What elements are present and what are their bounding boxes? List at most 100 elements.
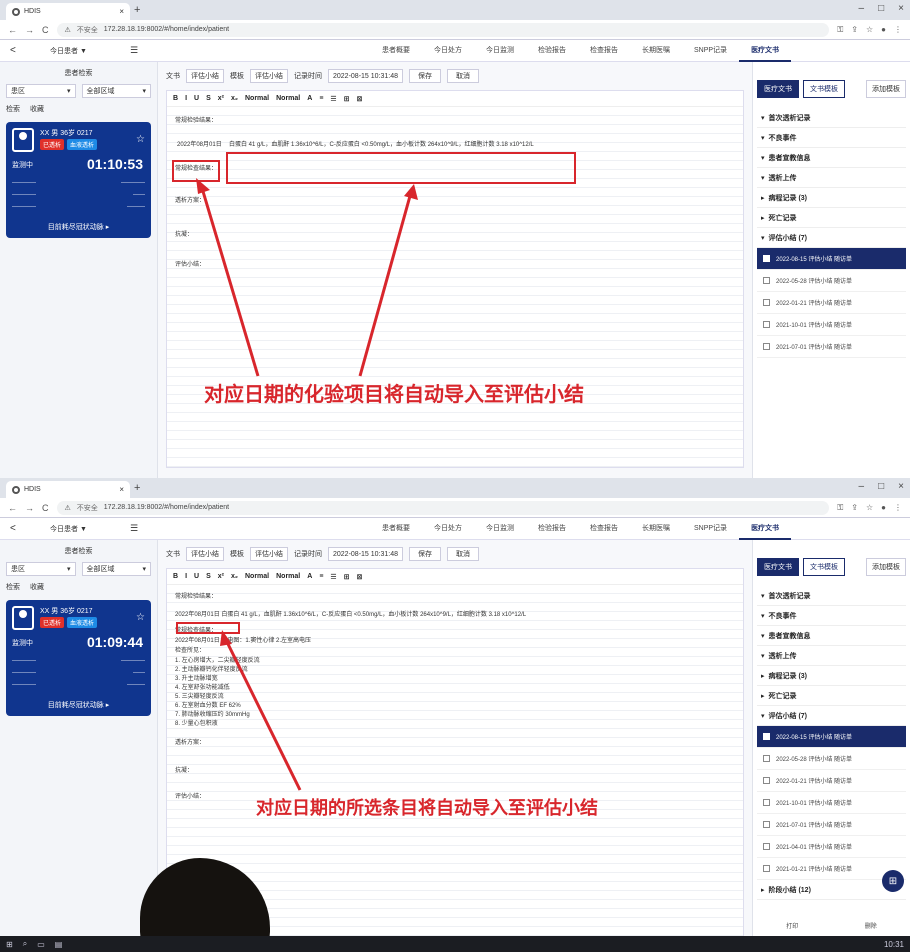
- section-progress[interactable]: ▸ 病程记录 (3): [757, 188, 906, 208]
- tab-prescription[interactable]: 今日处方: [422, 518, 474, 540]
- menu-icon[interactable]: ☰: [130, 45, 150, 56]
- tab-search[interactable]: 检索: [6, 104, 20, 114]
- profile-icon[interactable]: ●: [881, 503, 886, 513]
- summary-item[interactable]: 2021-10-01 评估小结 随访单: [757, 314, 906, 336]
- favorite-star-icon[interactable]: ☆: [136, 134, 145, 145]
- type-select[interactable]: 评估小结: [186, 69, 224, 83]
- new-tab-button[interactable]: +: [134, 4, 140, 16]
- checkbox[interactable]: [763, 843, 770, 850]
- tab-snpp[interactable]: SNPP记录: [682, 518, 739, 540]
- section-first-dialysis[interactable]: ▾ 首次透析记录: [757, 586, 906, 606]
- minimize-icon[interactable]: –: [859, 481, 865, 492]
- checkbox[interactable]: [763, 777, 770, 784]
- checkbox[interactable]: [763, 733, 770, 740]
- profile-icon[interactable]: ●: [881, 25, 886, 35]
- grid-menu-icon[interactable]: ⊞: [882, 870, 904, 892]
- text-color-icon[interactable]: A: [307, 573, 312, 580]
- more-icon[interactable]: ⋮: [894, 25, 902, 35]
- clear-format-icon[interactable]: ⊠: [357, 95, 363, 103]
- reload-icon[interactable]: C: [42, 503, 49, 513]
- tab-documents[interactable]: 医疗文书: [739, 40, 792, 62]
- section-upload[interactable]: ▾ 透析上传: [757, 646, 906, 666]
- tab-prescription[interactable]: 今日处方: [422, 40, 474, 62]
- patient-card[interactable]: XX 男 36岁 0217 已透析 血液透析 ☆ 监测中 01:09:44 ——…: [6, 600, 151, 716]
- tab-exam[interactable]: 检查报告: [578, 518, 630, 540]
- align-icon[interactable]: ≡: [319, 95, 323, 102]
- section-adverse-events[interactable]: ▾ 不良事件: [757, 128, 906, 148]
- tab-favorites[interactable]: 收藏: [30, 104, 44, 114]
- subscript-icon[interactable]: x₂: [231, 95, 238, 102]
- tab-monitor[interactable]: 今日监测: [474, 518, 526, 540]
- tab-monitor[interactable]: 今日监测: [474, 40, 526, 62]
- summary-item[interactable]: 2022-05-28 评估小结 随访单: [757, 748, 906, 770]
- checkbox[interactable]: [763, 821, 770, 828]
- section-education[interactable]: ▾ 患者宣教信息: [757, 626, 906, 646]
- more-icon[interactable]: ⋮: [894, 503, 902, 513]
- italic-icon[interactable]: I: [185, 95, 187, 102]
- underline-icon[interactable]: U: [194, 573, 199, 580]
- template-select[interactable]: 评估小结: [250, 69, 288, 83]
- underline-icon[interactable]: U: [194, 95, 199, 102]
- section-progress[interactable]: ▸ 病程记录 (3): [757, 666, 906, 686]
- bold-icon[interactable]: B: [173, 95, 178, 102]
- font-size-select[interactable]: Normal: [245, 95, 269, 102]
- checkbox[interactable]: [763, 277, 770, 284]
- save-button[interactable]: 保存: [409, 547, 441, 561]
- back-icon[interactable]: ←: [8, 503, 17, 513]
- patient-card-footer[interactable]: 目前耗尽冠状动脉 ▸: [6, 700, 151, 710]
- align-icon[interactable]: ≡: [319, 573, 323, 580]
- cancel-button[interactable]: 取消: [447, 547, 479, 561]
- section-summary[interactable]: ▾ 评估小结 (7): [757, 228, 906, 248]
- tab-orders[interactable]: 长期医嘱: [630, 518, 682, 540]
- new-tab-button[interactable]: +: [134, 482, 140, 494]
- shift-select[interactable]: 今日患者 ▼: [50, 46, 130, 56]
- section-first-dialysis[interactable]: ▾ 首次透析记录: [757, 108, 906, 128]
- taskview-icon[interactable]: ▭: [37, 940, 45, 949]
- summary-item[interactable]: 2021-07-01 评估小结 随访单: [757, 336, 906, 358]
- subscript-icon[interactable]: x₂: [231, 573, 238, 580]
- patient-card-footer[interactable]: 目前耗尽冠状动脉 ▸: [6, 222, 151, 232]
- summary-item[interactable]: 2022-05-28 评估小结 随访单: [757, 270, 906, 292]
- tab-exam[interactable]: 检查报告: [578, 40, 630, 62]
- back-icon[interactable]: ←: [8, 25, 17, 35]
- add-template-button[interactable]: 添加模板: [866, 80, 906, 98]
- star-icon[interactable]: ☆: [866, 25, 873, 35]
- patient-card[interactable]: XX 男 36岁 0217 已透析 血液透析 ☆ 监测中 01:10:53 ——…: [6, 122, 151, 238]
- summary-item[interactable]: 2021-07-01 评估小结 随访单: [757, 814, 906, 836]
- add-template-button[interactable]: 添加模板: [866, 558, 906, 576]
- list-icon[interactable]: ☰: [330, 95, 336, 103]
- tab-overview[interactable]: 患者概要: [370, 40, 422, 62]
- section-upload[interactable]: ▾ 透析上传: [757, 168, 906, 188]
- maximize-icon[interactable]: □: [878, 481, 884, 492]
- bold-icon[interactable]: B: [173, 573, 178, 580]
- checkbox[interactable]: [763, 255, 770, 262]
- summary-item[interactable]: 2021-10-01 评估小结 随访单: [757, 792, 906, 814]
- close-icon[interactable]: ×: [119, 7, 124, 16]
- section-death-record[interactable]: ▸ 死亡记录: [757, 208, 906, 228]
- tab-lab[interactable]: 检验报告: [526, 40, 578, 62]
- back-button[interactable]: <: [10, 45, 50, 56]
- save-button[interactable]: 保存: [409, 69, 441, 83]
- scope-select[interactable]: 全部区域 ▾: [81, 84, 151, 98]
- maximize-icon[interactable]: □: [878, 3, 884, 14]
- superscript-icon[interactable]: x²: [218, 95, 224, 102]
- time-input[interactable]: 2022-08-15 10:31:48: [328, 69, 403, 83]
- template-select[interactable]: 评估小结: [250, 547, 288, 561]
- close-window-icon[interactable]: ×: [898, 3, 904, 14]
- tab-doc-templates[interactable]: 文书模板: [803, 80, 845, 98]
- browser-tab[interactable]: HDIS ×: [6, 3, 130, 20]
- table-icon[interactable]: ⊞: [344, 95, 350, 103]
- checkbox[interactable]: [763, 321, 770, 328]
- windows-start-icon[interactable]: ⊞: [6, 940, 13, 949]
- font-size-select[interactable]: Normal: [245, 573, 269, 580]
- forward-icon[interactable]: →: [25, 25, 34, 35]
- url-field[interactable]: ⚠ 不安全 172.28.18.19:8002/#/home/index/pat…: [56, 22, 830, 37]
- tab-search[interactable]: 检索: [6, 582, 20, 592]
- checkbox[interactable]: [763, 755, 770, 762]
- tab-favorites[interactable]: 收藏: [30, 582, 44, 592]
- summary-item[interactable]: 2022-08-15 评估小结 随访单: [757, 726, 906, 748]
- menu-icon[interactable]: ☰: [130, 523, 150, 534]
- close-icon[interactable]: ×: [119, 485, 124, 494]
- section-adverse-events[interactable]: ▾ 不良事件: [757, 606, 906, 626]
- cancel-button[interactable]: 取消: [447, 69, 479, 83]
